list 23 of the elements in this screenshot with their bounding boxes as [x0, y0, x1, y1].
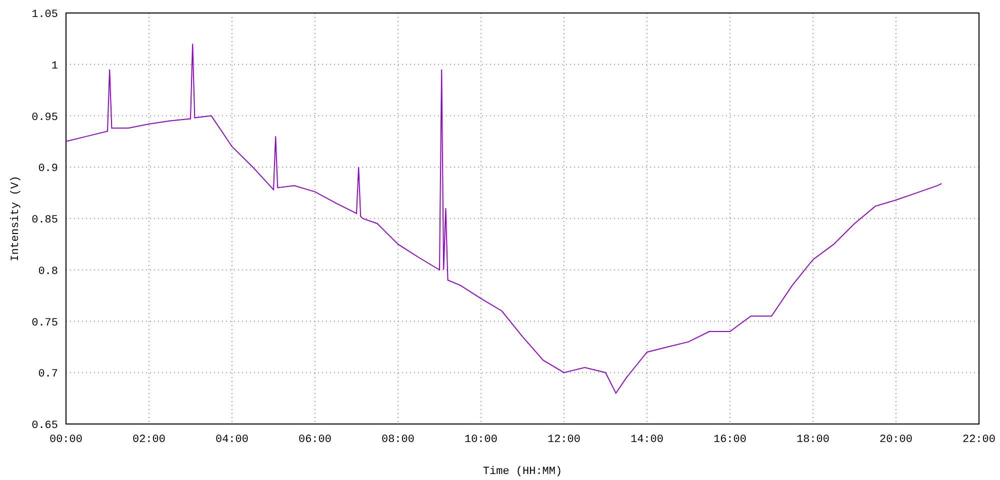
- y-tick-label: 1.05: [32, 9, 58, 21]
- y-tick-label: 1: [51, 60, 58, 72]
- x-tick-label: 12:00: [548, 434, 580, 446]
- y-tick-label: 0.85: [32, 214, 58, 226]
- y-tick-label: 0.75: [32, 317, 58, 330]
- x-tick-label: 20:00: [880, 434, 912, 446]
- y-tick-label: 0.8: [38, 266, 58, 278]
- x-tick-label: 18:00: [796, 434, 830, 446]
- x-tick-label: 10:00: [464, 434, 498, 446]
- y-tick-label: 0.65: [32, 420, 58, 432]
- y-axis-label: Intensity (V): [10, 176, 22, 262]
- y-tick-label: 0.7: [38, 368, 58, 381]
- x-tick-label: 14:00: [630, 434, 664, 446]
- x-tick-label: 04:00: [216, 434, 248, 446]
- x-tick-label: 02:00: [132, 434, 166, 446]
- x-tick-label: 16:00: [714, 434, 746, 446]
- x-tick-label: 08:00: [382, 434, 414, 446]
- y-tick-label: 0.9: [38, 163, 58, 176]
- y-tick-label: 0.95: [32, 112, 58, 124]
- x-tick-label: 22:00: [962, 434, 996, 446]
- x-tick-label: 00:00: [50, 434, 82, 446]
- x-axis-label: Time (HH:MM): [482, 466, 562, 478]
- x-tick-label: 06:00: [298, 434, 332, 446]
